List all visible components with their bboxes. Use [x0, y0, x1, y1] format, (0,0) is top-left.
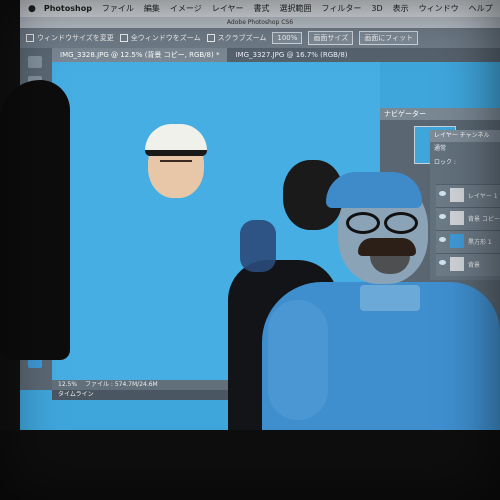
layer-row[interactable]: 背景	[436, 253, 500, 276]
layer-name: 黒方形 1	[468, 239, 492, 246]
menu-type[interactable]: 書式	[254, 3, 270, 14]
blend-mode-select[interactable]: 通常	[430, 142, 500, 156]
eye-icon[interactable]	[439, 191, 446, 196]
zoom-level[interactable]: 12.5%	[58, 381, 77, 388]
window-title: Adobe Photoshop CS6	[20, 17, 500, 28]
scrubby-zoom-checkbox[interactable]	[206, 34, 215, 42]
zoom-100-button[interactable]: 100%	[272, 32, 303, 44]
zoom-all-checkbox[interactable]	[119, 34, 128, 42]
file-size: ファイル : 574.7M/24.6M	[84, 381, 158, 388]
face-features	[160, 160, 192, 168]
layer-thumbnail	[450, 188, 464, 202]
menu-file[interactable]: ファイル	[102, 3, 134, 14]
man-cap	[326, 172, 422, 208]
menu-bar: ● Photoshop ファイル 編集 イメージ レイヤー 書式 選択範囲 フィ…	[20, 0, 500, 17]
navigator-title[interactable]: ナビゲーター	[380, 108, 500, 120]
layer-row[interactable]: レイヤー 1	[436, 184, 500, 207]
menu-3d[interactable]: 3D	[371, 4, 382, 13]
eye-icon[interactable]	[439, 214, 446, 219]
menu-layer[interactable]: レイヤー	[212, 3, 244, 14]
menu-photoshop[interactable]: Photoshop	[44, 4, 92, 13]
options-bar: ウィンドウサイズを変更 全ウィンドウをズーム スクラブズーム 100% 画面サイ…	[20, 28, 500, 48]
menu-view[interactable]: 表示	[393, 3, 409, 14]
zoom-all-label: 全ウィンドウをズーム	[130, 34, 201, 42]
resize-windows-label: ウィンドウサイズを変更	[37, 34, 114, 42]
lock-label: ロック :	[434, 159, 456, 166]
layer-row[interactable]: 黒方形 1	[436, 230, 500, 253]
layer-thumbnail	[450, 257, 464, 271]
screen-size-button[interactable]: 画面サイズ	[308, 31, 354, 45]
layer-thumbnail	[450, 211, 464, 225]
document-tabs: IMG_3328.JPG @ 12.5% (背景 コピー, RGB/8) * I…	[52, 48, 500, 62]
tab-img-3327[interactable]: IMG_3327.JPG @ 16.7% (RGB/8)	[227, 48, 355, 62]
menu-help[interactable]: ヘルプ	[469, 3, 493, 14]
resize-windows-checkbox[interactable]	[26, 34, 34, 42]
menu-select[interactable]: 選択範囲	[280, 3, 312, 14]
eye-icon[interactable]	[439, 237, 446, 242]
glasses	[346, 212, 420, 234]
eye-icon[interactable]	[439, 260, 446, 265]
menu-edit[interactable]: 編集	[144, 3, 160, 14]
layer-name: 背景 コピー	[468, 216, 500, 223]
move-tool-icon[interactable]	[28, 56, 42, 68]
layer-row[interactable]: 背景 コピー	[436, 207, 500, 230]
photo-scene: ● Photoshop ファイル 編集 イメージ レイヤー 書式 選択範囲 フィ…	[0, 0, 500, 500]
fake-mustache	[358, 238, 416, 256]
layers-tabs[interactable]: レイヤー チャンネル	[430, 130, 500, 142]
layer-thumbnail	[450, 234, 464, 248]
layer-name: 背景	[468, 262, 481, 269]
shirt-collar	[360, 285, 420, 311]
menu-image[interactable]: イメージ	[170, 3, 202, 14]
apple-icon[interactable]: ●	[28, 4, 36, 14]
raised-hand	[240, 220, 276, 272]
menu-filter[interactable]: フィルター	[322, 3, 362, 14]
dark-floor	[0, 430, 500, 500]
menu-window[interactable]: ウィンドウ	[419, 3, 459, 14]
man-arm	[268, 300, 328, 420]
tab-img-3328[interactable]: IMG_3328.JPG @ 12.5% (背景 コピー, RGB/8) *	[52, 48, 228, 62]
scrubby-zoom-label: スクラブズーム	[217, 34, 267, 42]
layer-name: レイヤー 1	[468, 193, 498, 200]
fit-screen-button[interactable]: 画面にフィット	[359, 31, 419, 45]
dark-silhouette	[0, 80, 70, 360]
